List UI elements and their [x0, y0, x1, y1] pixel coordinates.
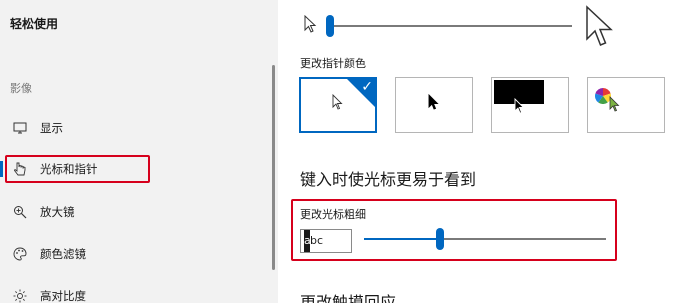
change-pointer-color-label: 更改指针颜色 — [300, 57, 366, 70]
black-pointer-icon — [428, 93, 440, 116]
sidebar-item-cursor-pointer[interactable]: 光标和指针 — [0, 154, 270, 184]
pointer-size-slider-track[interactable] — [330, 25, 572, 27]
palette-icon — [12, 246, 28, 262]
pointer-color-inverted-option[interactable] — [491, 77, 569, 133]
active-indicator — [0, 161, 3, 177]
cursor-thickness-slider-thumb[interactable] — [436, 228, 444, 250]
cursor-thickness-slider-fill — [364, 238, 440, 240]
touch-feedback-heading: 更改触摸回应 — [300, 293, 397, 303]
sidebar-item-label: 高对比度 — [40, 289, 86, 303]
cursor-visibility-heading: 键入时使光标更易于看到 — [300, 170, 477, 189]
sidebar: 轻松使用 影像 显示 光标和指针 放大镜 颜色滤镜 高对比度 — [0, 0, 278, 303]
sidebar-item-label: 放大镜 — [40, 205, 75, 219]
pointer-color-custom-option[interactable] — [587, 77, 665, 133]
magnifier-icon — [12, 204, 28, 220]
sidebar-item-color-filters[interactable]: 颜色滤镜 — [0, 239, 270, 269]
sidebar-title: 轻松使用 — [10, 17, 59, 31]
sidebar-item-display[interactable]: 显示 — [0, 113, 270, 143]
change-cursor-thickness-label: 更改光标粗细 — [300, 208, 366, 221]
checkmark-icon: ✓ — [361, 79, 373, 95]
inverted-pointer-icon — [514, 97, 526, 120]
sidebar-item-label: 颜色滤镜 — [40, 247, 86, 261]
pointer-color-black-option[interactable] — [395, 77, 473, 133]
pointer-size-slider-thumb[interactable] — [326, 15, 334, 37]
sidebar-scrollbar[interactable] — [272, 65, 275, 270]
section-label-vision: 影像 — [10, 82, 32, 95]
monitor-icon — [12, 120, 28, 136]
sidebar-item-label: 光标和指针 — [40, 162, 98, 176]
green-pointer-icon — [609, 96, 621, 118]
small-pointer-icon — [304, 14, 318, 39]
sidebar-item-magnifier[interactable]: 放大镜 — [0, 197, 270, 227]
sidebar-item-high-contrast[interactable]: 高对比度 — [0, 281, 270, 303]
pointer-hand-icon — [12, 161, 28, 177]
white-pointer-icon — [332, 93, 344, 116]
pointer-color-white-option[interactable]: ✓ — [299, 77, 377, 133]
large-pointer-icon — [585, 5, 615, 55]
sidebar-item-label: 显示 — [40, 121, 63, 135]
preview-text: bc — [310, 234, 324, 247]
cursor-thickness-preview: abc — [300, 229, 352, 253]
contrast-sun-icon — [12, 288, 28, 303]
